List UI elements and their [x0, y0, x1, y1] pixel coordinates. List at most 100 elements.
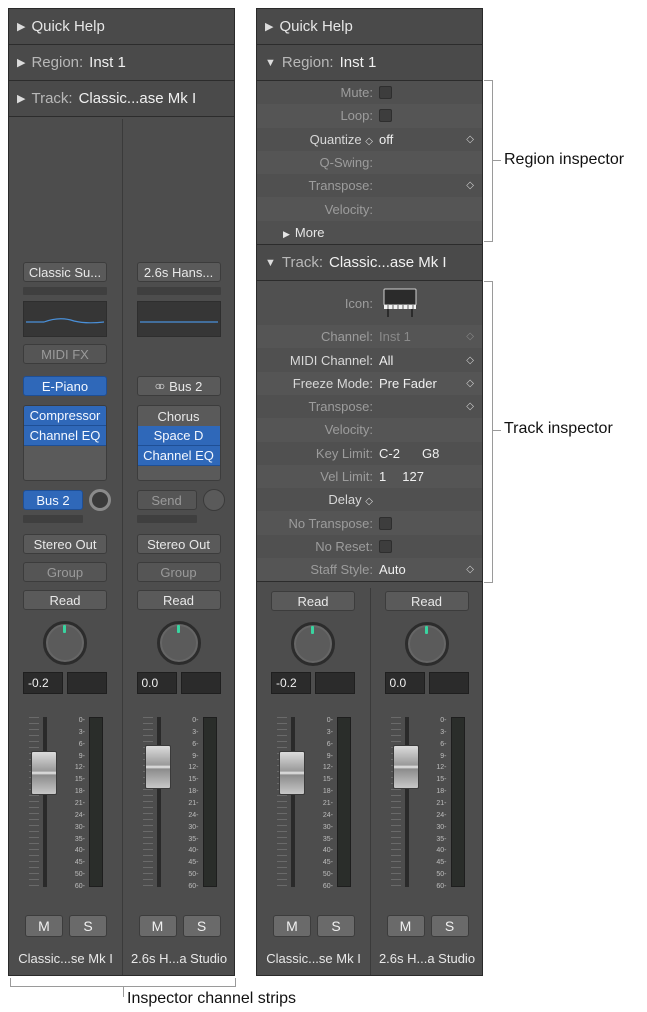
pan-knob[interactable] — [43, 621, 87, 665]
mute-checkbox[interactable] — [379, 86, 392, 100]
region-header[interactable]: ▶ Region: Inst 1 — [9, 45, 234, 81]
track-row-midi-channel[interactable]: MIDI Channel: All ◇ — [257, 348, 482, 371]
track-row-transpose[interactable]: Transpose: ◇ — [257, 395, 482, 418]
pan-knob[interactable] — [156, 621, 201, 665]
quantize-value[interactable]: off — [377, 132, 393, 147]
fader-handle[interactable] — [279, 751, 305, 795]
peak-readout[interactable] — [180, 672, 221, 694]
group-slot[interactable]: Group — [23, 562, 107, 582]
region-more-toggle[interactable]: ▶ More — [257, 221, 482, 244]
loop-checkbox[interactable] — [379, 109, 392, 123]
track-row-freeze-mode[interactable]: Freeze Mode: Pre Fader ◇ — [257, 371, 482, 395]
key-limit-low[interactable]: C-2 — [377, 446, 400, 461]
solo-button[interactable]: S — [317, 915, 355, 937]
stepper-icon[interactable]: ◇ — [466, 401, 474, 412]
mute-button[interactable]: M — [386, 915, 425, 937]
mute-button[interactable]: M — [25, 915, 63, 937]
setting-button[interactable]: Classic Su... — [23, 262, 107, 282]
audio-fx-slot-space-d[interactable]: Space D — [137, 426, 220, 446]
quick-help-header[interactable]: ▶ Quick Help — [9, 9, 234, 45]
staff-style-value[interactable]: Auto — [377, 562, 406, 577]
eq-display[interactable] — [136, 301, 221, 337]
region-header[interactable]: ▼ Region: Inst 1 — [257, 45, 482, 81]
automation-mode-button[interactable]: Read — [136, 590, 221, 610]
no-transpose-checkbox[interactable] — [379, 516, 392, 530]
region-row-q-swing[interactable]: Q-Swing: — [257, 150, 482, 175]
track-row-delay[interactable]: Delay ◇ — [257, 488, 482, 511]
output-slot[interactable]: Stereo Out — [136, 534, 221, 554]
send-slot[interactable]: Send — [136, 490, 197, 510]
mute-button[interactable]: M — [138, 915, 177, 937]
audio-fx-slot-channel-eq[interactable]: Channel EQ — [24, 426, 106, 446]
send-level-knob[interactable] — [89, 489, 111, 511]
send-slot[interactable]: Bus 2 — [23, 490, 83, 510]
track-row-vel-limit[interactable]: Vel Limit: 1 127 — [257, 464, 482, 489]
quick-help-header[interactable]: ▶ Quick Help — [257, 9, 482, 45]
volume-readout[interactable]: 0.0 — [384, 672, 425, 694]
peak-readout[interactable] — [315, 672, 355, 694]
send-level-knob[interactable] — [202, 489, 225, 511]
stepper-icon[interactable]: ◇ — [466, 331, 474, 342]
region-row-transpose[interactable]: Transpose: ◇ — [257, 174, 482, 197]
pan-knob[interactable] — [291, 622, 335, 666]
fader-handle[interactable] — [144, 745, 171, 789]
solo-button[interactable]: S — [182, 915, 221, 937]
stepper-icon[interactable]: ◇ — [466, 180, 474, 191]
volume-fader[interactable]: 0- 3- 6- 9- 12- 15- 18- 21- 24- 30- 35- 40- 45- 50- 60… — [23, 717, 113, 890]
region-row-quantize[interactable]: Quantize ◇ off ◇ — [257, 128, 482, 151]
pan-knob[interactable] — [404, 622, 449, 666]
input-slot[interactable]: ○○ Bus 2 — [136, 376, 221, 396]
no-reset-checkbox[interactable] — [379, 539, 392, 553]
volume-fader[interactable]: 0- 3- 6- 9- 12- 15- 18- 21- 24- 30- 35- 40- 45- 50- 60… — [385, 717, 475, 890]
vel-limit-high[interactable]: 127 — [400, 469, 424, 484]
volume-readout[interactable]: -0.2 — [271, 672, 311, 694]
channel-value[interactable]: Inst 1 — [377, 329, 411, 344]
midi-channel-value[interactable]: All — [377, 353, 393, 368]
automation-mode-button[interactable]: Read — [384, 591, 469, 611]
volume-fader[interactable]: 0- 3- 6- 9- 12- 15- 18- 21- 24- 30- 35- 40- 45- 50- 60… — [271, 717, 361, 890]
midi-fx-slot[interactable]: MIDI FX — [23, 344, 107, 364]
audio-fx-slot-channel-eq[interactable]: Channel EQ — [137, 446, 220, 466]
output-slot[interactable]: Stereo Out — [23, 534, 107, 554]
stepper-icon[interactable]: ◇ — [466, 355, 474, 366]
track-row-staff-style[interactable]: Staff Style: Auto ◇ — [257, 558, 482, 582]
eq-display[interactable] — [23, 301, 107, 337]
more-disclosure[interactable]: ▶ More — [257, 225, 325, 240]
mute-button[interactable]: M — [273, 915, 311, 937]
strip-name[interactable]: 2.6s H...a Studio — [371, 951, 483, 966]
audio-fx-slot-chorus[interactable]: Chorus — [138, 406, 220, 426]
volume-fader[interactable]: 0- 3- 6- 9- 12- 15- 18- 21- 24- 30- 35- 40- 45- 50- 60… — [137, 717, 227, 890]
solo-button[interactable]: S — [69, 915, 107, 937]
track-row-key-limit[interactable]: Key Limit: C-2 G8 — [257, 442, 482, 465]
peak-readout[interactable] — [428, 672, 469, 694]
fader-handle[interactable] — [392, 745, 419, 789]
key-limit-high[interactable]: G8 — [420, 446, 439, 461]
stepper-icon[interactable]: ◇ — [466, 378, 474, 389]
setting-button[interactable]: 2.6s Hans... — [136, 262, 221, 282]
audio-fx-slot-compressor[interactable]: Compressor — [24, 406, 106, 426]
stepper-icon[interactable]: ◇ — [466, 134, 474, 145]
piano-icon[interactable] — [381, 286, 419, 321]
group-slot[interactable]: Group — [136, 562, 221, 582]
automation-mode-button[interactable]: Read — [271, 591, 355, 611]
automation-mode-button[interactable]: Read — [23, 590, 107, 610]
volume-readout[interactable]: -0.2 — [23, 672, 63, 694]
strip-name[interactable]: 2.6s H...a Studio — [123, 951, 235, 966]
track-header[interactable]: ▶ Track: Classic...ase Mk I — [9, 81, 234, 117]
quantize-label[interactable]: Quantize ◇ — [257, 132, 377, 147]
peak-readout[interactable] — [67, 672, 107, 694]
volume-readout[interactable]: 0.0 — [136, 672, 177, 694]
strip-name[interactable]: Classic...se Mk I — [257, 951, 370, 966]
track-header[interactable]: ▼ Track: Classic...ase Mk I — [257, 245, 482, 282]
track-row-velocity[interactable]: Velocity: — [257, 418, 482, 442]
vel-limit-low[interactable]: 1 — [377, 469, 386, 484]
strip-name[interactable]: Classic...se Mk I — [9, 951, 122, 966]
instrument-slot[interactable]: E-Piano — [23, 376, 107, 396]
region-row-velocity[interactable]: Velocity: — [257, 197, 482, 221]
delay-label[interactable]: Delay ◇ — [257, 492, 377, 507]
stepper-icon[interactable]: ◇ — [466, 564, 474, 575]
fader-handle[interactable] — [31, 751, 57, 795]
track-row-channel[interactable]: Channel: Inst 1 ◇ — [257, 325, 482, 349]
freeze-mode-value[interactable]: Pre Fader — [377, 376, 437, 391]
solo-button[interactable]: S — [430, 915, 469, 937]
